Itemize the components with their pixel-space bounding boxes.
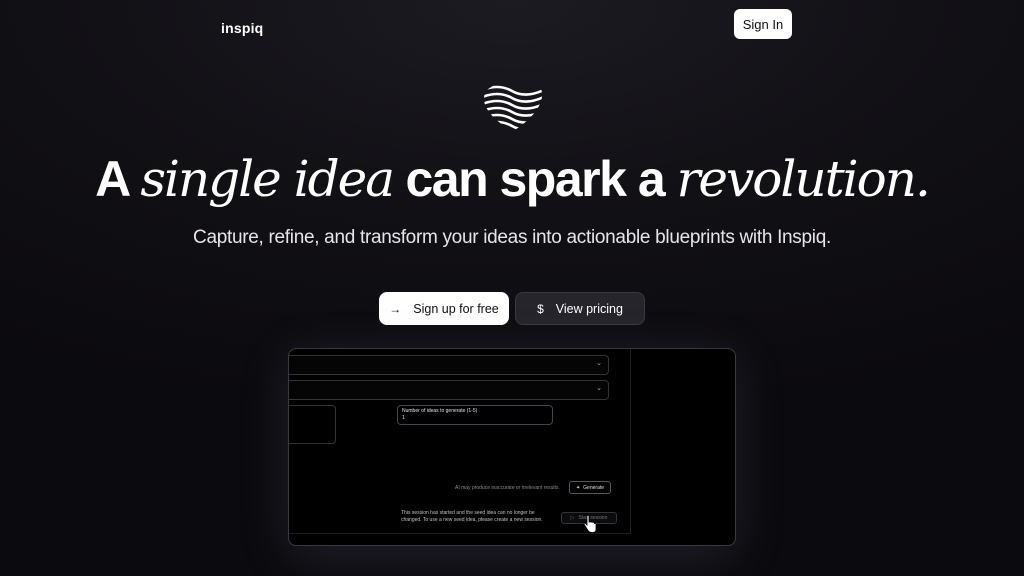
num-ideas-label: Number of ideas to generate (1-5) [402, 408, 478, 414]
sparkle-icon: ✦ [575, 484, 581, 491]
ai-disclaimer: AI may produce inaccurate or irrelevant … [455, 485, 560, 491]
dollar-icon: $ [537, 301, 544, 316]
hand-cursor-icon [583, 515, 597, 533]
wave-heart-logo [484, 85, 543, 131]
app-preview: ⌄ ⌄ Number of ideas to generate (1-5) 1 … [288, 348, 736, 546]
session-note: This session has started and the seed id… [401, 510, 543, 523]
brand-name[interactable]: inspiq [221, 20, 263, 36]
generate-label: Generate [583, 484, 605, 491]
view-pricing-button[interactable]: $ View pricing [515, 292, 645, 325]
preview-select-1[interactable]: ⌄ [289, 355, 609, 375]
sign-in-button[interactable]: Sign In [734, 9, 792, 39]
num-ideas-field[interactable]: Number of ideas to generate (1-5) 1 [397, 405, 553, 425]
landing-page: inspiq Sign In A single idea can spark a… [0, 0, 1024, 576]
hero-title-can-spark-a: can spark a [405, 151, 665, 207]
arrow-right-icon: → [389, 301, 402, 316]
hero-subtitle: Capture, refine, and transform your idea… [193, 227, 831, 248]
chevron-down-icon: ⌄ [596, 360, 602, 367]
view-pricing-label: View pricing [555, 301, 623, 316]
sign-up-label: Sign up for free [413, 301, 499, 316]
preview-select-2[interactable]: ⌄ [289, 380, 609, 400]
play-icon: ▷ [570, 515, 575, 521]
hero-title-revolution: revolution. [676, 150, 931, 208]
hero-title-single-idea: single idea [140, 150, 395, 208]
sign-up-button[interactable]: → Sign up for free [379, 292, 509, 325]
generate-button[interactable]: ✦ Generate [569, 481, 611, 494]
chevron-down-icon: ⌄ [596, 385, 602, 392]
hero-title-a: A [95, 151, 129, 207]
hero-title: A single idea can spark a revolution. [0, 150, 1024, 208]
num-ideas-value: 1 [402, 415, 405, 421]
preview-textarea[interactable] [289, 405, 336, 444]
preview-panel: ⌄ ⌄ Number of ideas to generate (1-5) 1 … [289, 349, 631, 534]
